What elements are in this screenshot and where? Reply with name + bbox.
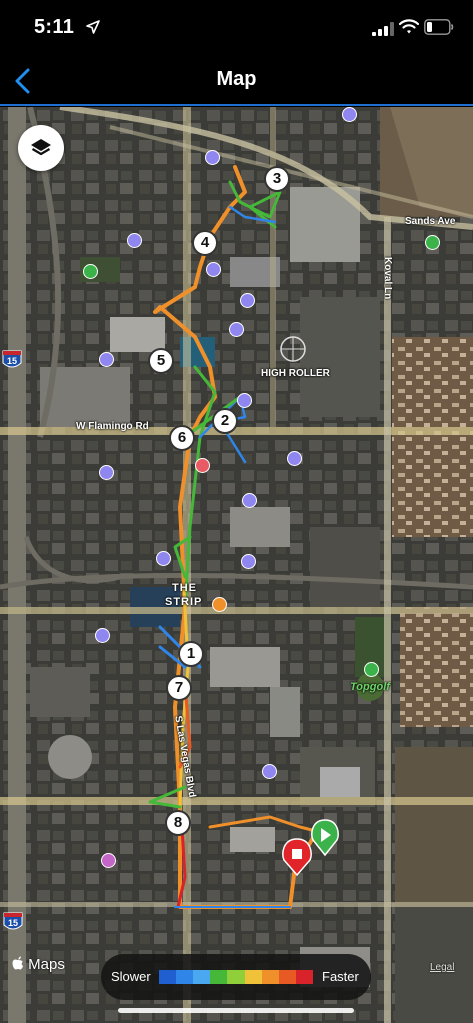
label-the-strip: THE [172, 582, 197, 594]
speed-legend: Slower Faster [101, 954, 371, 1000]
park-icon [83, 264, 98, 279]
hotel-icon [156, 551, 171, 566]
hotel-icon [127, 233, 142, 248]
svg-text:15: 15 [7, 356, 17, 366]
restaurant-icon [212, 597, 227, 612]
map-layers-button[interactable] [18, 125, 64, 171]
layers-icon [31, 139, 51, 156]
legal-link[interactable]: Legal [430, 962, 454, 973]
hotel-icon [99, 465, 114, 480]
satellite-map: 15 15 [0, 107, 473, 1023]
lap-marker-1[interactable]: 1 [178, 641, 204, 667]
legend-swatch-7 [261, 970, 279, 984]
apple-maps-label: Maps [28, 956, 65, 973]
park-icon [425, 235, 440, 250]
hotel-icon [99, 352, 114, 367]
cellular-signal-icon [372, 22, 394, 36]
lap-marker-5[interactable]: 5 [148, 348, 174, 374]
label-high-roller: HIGH ROLLER [261, 368, 330, 379]
hotel-icon [205, 150, 220, 165]
apple-maps-logo: Maps [12, 956, 65, 973]
hotel-icon [342, 107, 357, 122]
hotel-icon [95, 628, 110, 643]
hotel-icon [242, 493, 257, 508]
label-w-flamingo-rd: W Flamingo Rd [76, 421, 149, 432]
wifi-icon [399, 19, 419, 34]
hotel-icon [262, 764, 277, 779]
attraction-icon [195, 458, 210, 473]
interstate-shield-icon: 15 [2, 350, 22, 368]
legend-color-scale [159, 970, 313, 984]
hotel-icon [240, 293, 255, 308]
legend-swatch-3 [193, 970, 211, 984]
shopping-icon [101, 853, 116, 868]
apple-logo-icon [12, 956, 24, 970]
hotel-icon [287, 451, 302, 466]
location-arrow-icon [86, 20, 100, 34]
battery-icon [424, 19, 454, 35]
map-view[interactable]: 15 15 Sands Ave Koval Ln HIGH ROLLER W F… [0, 107, 473, 1023]
topgolf-icon [364, 662, 379, 677]
label-koval-ln: Koval Ln [382, 257, 393, 300]
lap-marker-6[interactable]: 6 [169, 425, 195, 451]
legend-swatch-6 [244, 970, 262, 984]
legend-faster-label: Faster [322, 969, 359, 984]
lap-marker-7[interactable]: 7 [166, 675, 192, 701]
home-indicator[interactable] [118, 1008, 354, 1013]
svg-text:15: 15 [8, 918, 18, 928]
hotel-icon [229, 322, 244, 337]
legend-slower-label: Slower [111, 969, 151, 984]
legend-swatch-4 [210, 970, 228, 984]
hotel-icon [206, 262, 221, 277]
lap-marker-8[interactable]: 8 [165, 810, 191, 836]
legend-swatch-2 [176, 970, 194, 984]
label-topgolf: Topgolf [350, 681, 390, 693]
legend-swatch-9 [295, 970, 313, 984]
lap-marker-3[interactable]: 3 [264, 166, 290, 192]
interstate-shield-icon: 15 [3, 912, 23, 930]
status-bar: 5:11 [0, 0, 473, 56]
legend-swatch-5 [227, 970, 245, 984]
label-sands-ave: Sands Ave [405, 216, 456, 227]
legend-swatch-8 [278, 970, 296, 984]
hotel-icon [241, 554, 256, 569]
label-the-strip: STRIP [165, 596, 203, 608]
nav-bar: Map [0, 56, 473, 106]
hotel-icon [237, 393, 252, 408]
legend-swatch-1 [159, 970, 177, 984]
status-time: 5:11 [34, 16, 75, 38]
lap-marker-4[interactable]: 4 [192, 230, 218, 256]
lap-marker-2[interactable]: 2 [212, 408, 238, 434]
page-title: Map [216, 68, 257, 90]
